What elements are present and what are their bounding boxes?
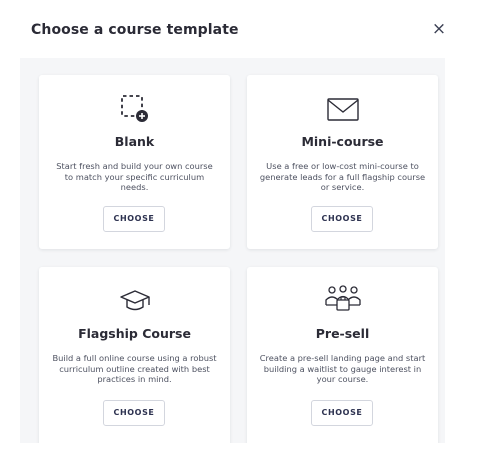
template-description: Build a full online course using a robus… (52, 353, 217, 385)
template-description: Start fresh and build your own course to… (56, 161, 213, 193)
template-title: Mini-course (301, 134, 384, 149)
choose-button-pre-sell[interactable]: CHOOSE (311, 400, 373, 426)
template-card-flagship-course[interactable]: Flagship Course Build a full online cour… (39, 267, 230, 443)
graduation-cap-icon (39, 283, 230, 317)
envelope-icon (247, 92, 438, 126)
blank-template-icon (39, 92, 230, 126)
template-card-pre-sell[interactable]: Pre-sell Create a pre-sell landing page … (247, 267, 438, 443)
choose-template-modal: Choose a course template × Blank Start f… (0, 0, 494, 465)
choose-button-blank[interactable]: CHOOSE (103, 206, 165, 232)
template-title: Blank (114, 134, 155, 149)
template-description: Create a pre-sell landing page and start… (259, 353, 426, 385)
template-description: Use a free or low-cost mini-course to ge… (259, 161, 426, 193)
template-card-blank[interactable]: Blank Start fresh and build your own cou… (39, 75, 230, 249)
template-card-mini-course[interactable]: Mini-course Use a free or low-cost mini-… (247, 75, 438, 249)
choose-button-mini-course[interactable]: CHOOSE (311, 206, 373, 232)
modal-header: Choose a course template × (0, 0, 494, 60)
choose-button-flagship-course[interactable]: CHOOSE (103, 400, 165, 426)
group-icon (247, 281, 438, 315)
template-title: Flagship Course (78, 326, 191, 341)
close-icon[interactable]: × (430, 19, 448, 39)
template-title: Pre-sell (315, 326, 370, 341)
modal-title: Choose a course template (31, 22, 239, 38)
template-grid: Blank Start fresh and build your own cou… (20, 58, 445, 443)
